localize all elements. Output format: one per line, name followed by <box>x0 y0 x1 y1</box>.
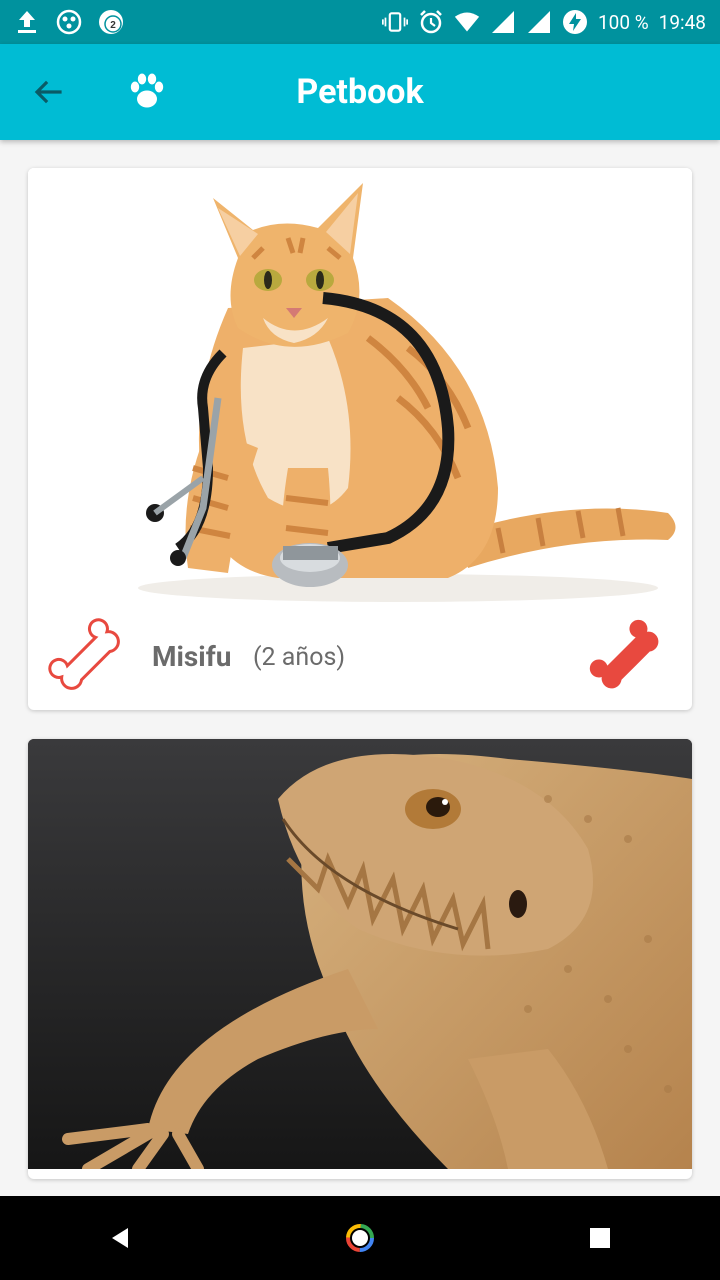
pet-age: (2 años) <box>253 643 346 672</box>
rate-button[interactable] <box>584 614 676 706</box>
like-button[interactable] <box>44 614 136 706</box>
wifi-icon <box>454 9 480 35</box>
home-circle-icon <box>346 1224 374 1252</box>
clock: 19:48 <box>658 10 706 34</box>
battery-charging-icon <box>562 9 588 35</box>
nav-home-button[interactable] <box>330 1208 390 1268</box>
pet-card[interactable] <box>28 739 692 1179</box>
app-title: Petbook <box>296 72 424 112</box>
nav-recents-button[interactable] <box>570 1208 630 1268</box>
pet-name: Misifu <box>152 640 232 673</box>
nav-back-button[interactable] <box>90 1208 150 1268</box>
pet-list[interactable]: Misifu (2 años) <box>0 140 720 1196</box>
nav-bar <box>0 1196 720 1280</box>
notification-count: 2 <box>110 20 116 31</box>
pet-card-footer: Misifu (2 años) <box>28 606 692 710</box>
badge-icon: 2 <box>98 9 124 35</box>
back-triangle-icon <box>112 1228 128 1248</box>
dots-icon <box>56 9 82 35</box>
upload-icon <box>14 9 40 35</box>
bone-filled-icon <box>589 619 659 689</box>
signal-icon-2 <box>526 9 552 35</box>
pet-card[interactable]: Misifu (2 años) <box>28 168 692 710</box>
bone-outline-icon <box>48 618 120 690</box>
app-bar: Petbook <box>0 44 720 140</box>
recents-square-icon <box>590 1228 610 1248</box>
status-left: 2 <box>14 9 124 35</box>
status-bar: 2 100 % 19:48 <box>0 0 720 44</box>
battery-level: 100 % <box>598 10 649 34</box>
vibrate-icon <box>382 9 408 35</box>
status-right: 100 % 19:48 <box>382 9 706 35</box>
pet-photo-lizard <box>28 739 692 1175</box>
pet-photo-cat <box>28 168 692 606</box>
signal-icon <box>490 9 516 35</box>
alarm-icon <box>418 9 444 35</box>
